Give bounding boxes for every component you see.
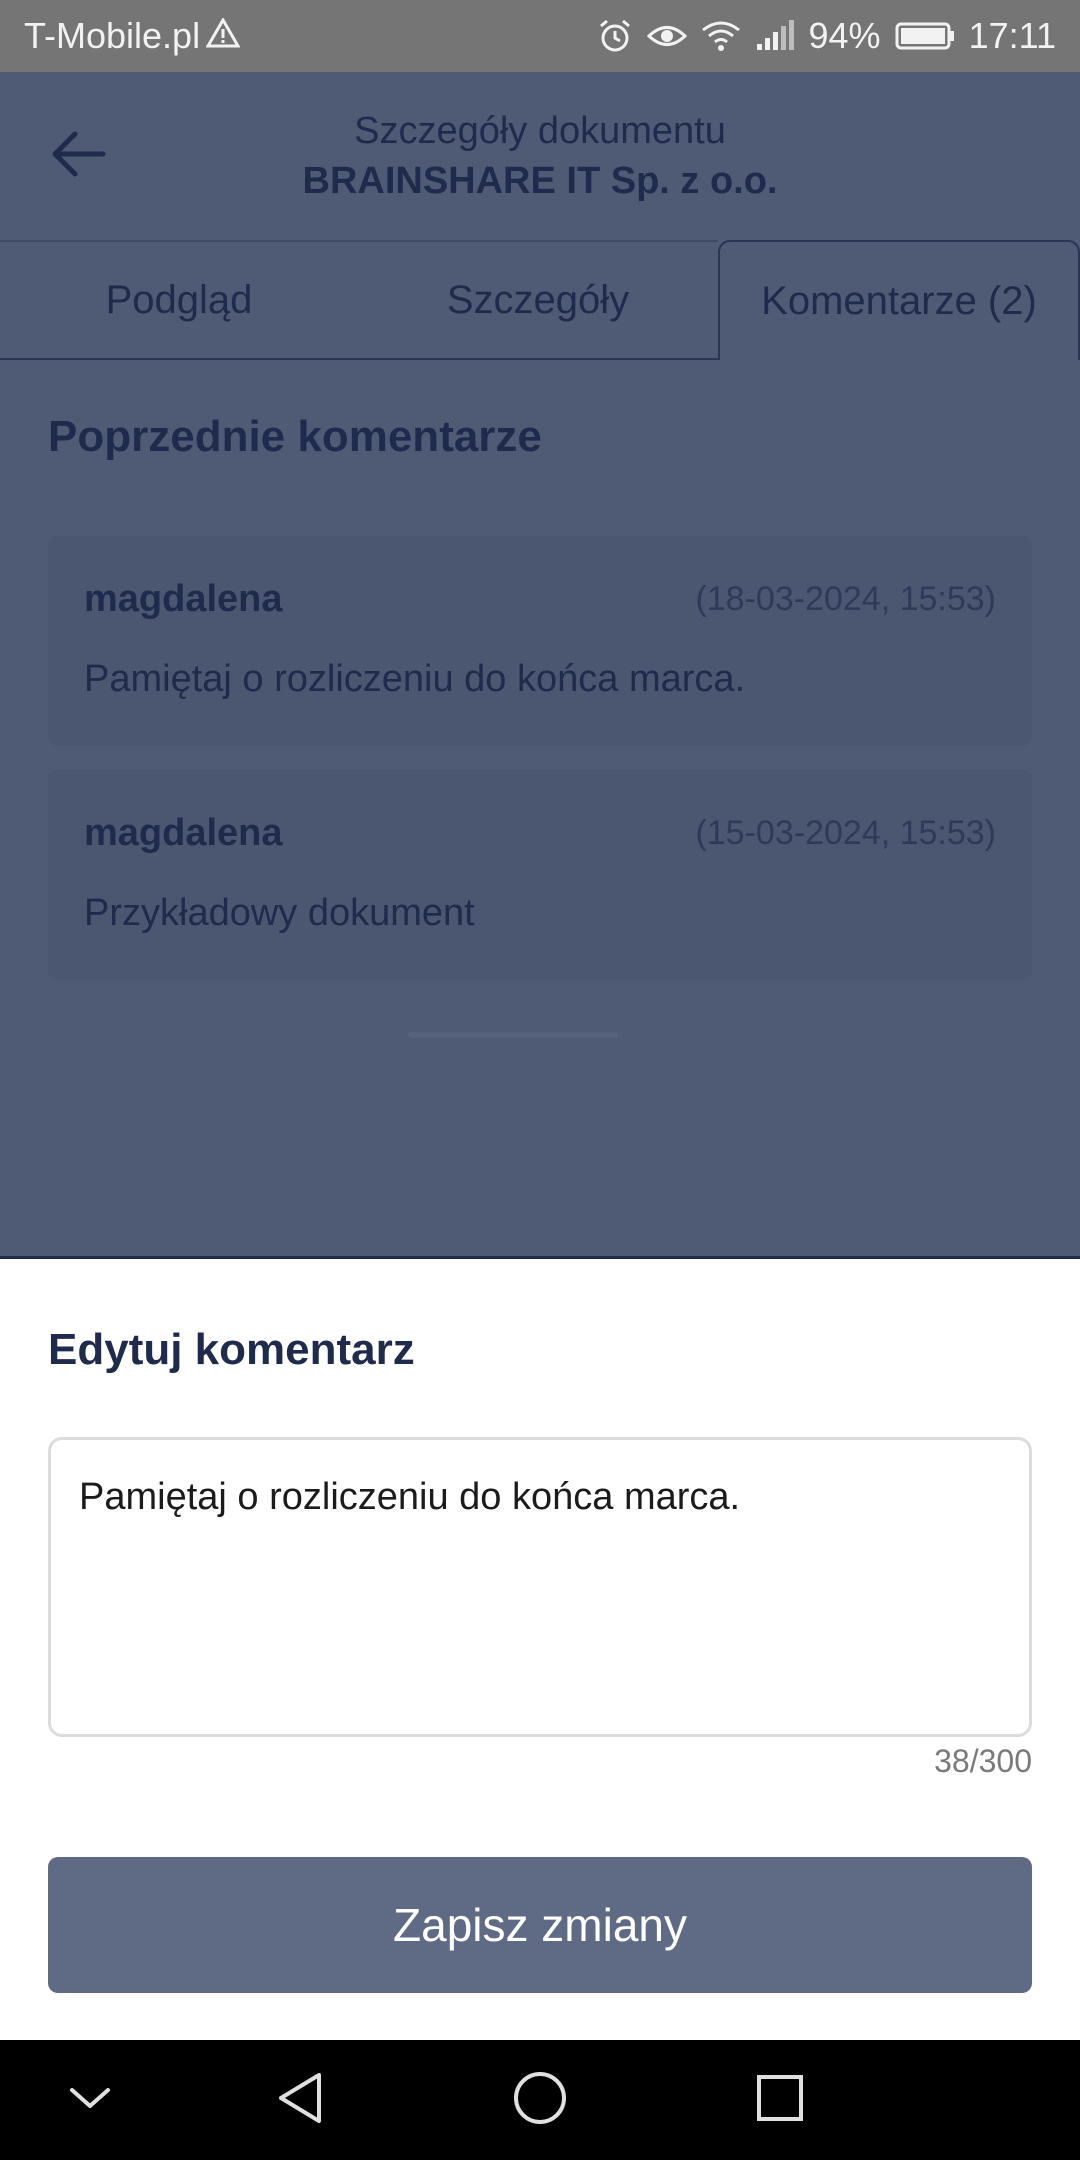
edit-comment-sheet: Edytuj komentarz 38/300 Zapisz zmiany <box>0 1256 1080 2040</box>
comment-card[interactable]: magdalena (18-03-2024, 15:53) Pamiętaj o… <box>48 536 1032 746</box>
eye-icon <box>646 21 687 51</box>
app-background: Szczegóły dokumentu BRAINSHARE IT Sp. z … <box>0 72 1080 1256</box>
battery-percent: 94% <box>808 15 881 56</box>
alarm-icon <box>597 18 633 54</box>
chevron-down-icon <box>68 2084 112 2117</box>
comment-date: (18-03-2024, 15:53) <box>695 580 996 618</box>
recents-square-icon <box>755 2073 805 2128</box>
comment-text: Pamiętaj o rozliczeniu do końca marca. <box>84 658 746 700</box>
comment-card[interactable]: magdalena (15-03-2024, 15:53) Przykładow… <box>48 770 1032 980</box>
warning-icon <box>205 15 241 57</box>
nav-collapse-button[interactable] <box>30 2040 150 2160</box>
wifi-icon <box>701 20 741 52</box>
comment-date: (15-03-2024, 15:53) <box>695 814 996 852</box>
comment-textarea[interactable] <box>48 1437 1032 1737</box>
header: Szczegóły dokumentu BRAINSHARE IT Sp. z … <box>0 72 1080 240</box>
page-subtitle: BRAINSHARE IT Sp. z o.o. <box>302 160 778 202</box>
tab-details[interactable]: Szczegóły <box>358 240 718 360</box>
nav-recents-button[interactable] <box>720 2040 840 2160</box>
save-changes-button[interactable]: Zapisz zmiany <box>48 1857 1032 1993</box>
page-title: Szczegóły dokumentu <box>354 110 726 152</box>
tab-comments[interactable]: Komentarze (2) <box>718 240 1080 360</box>
battery-icon <box>895 21 955 51</box>
tab-preview[interactable]: Podgląd <box>0 240 358 360</box>
section-title: Poprzednie komentarze <box>48 412 542 461</box>
system-nav-bar <box>0 2040 1080 2160</box>
tab-bar: Podgląd Szczegóły Komentarze (2) <box>0 240 1080 360</box>
sheet-title: Edytuj komentarz <box>48 1325 415 1374</box>
signal-icon <box>755 20 795 52</box>
clock: 17:11 <box>968 15 1056 56</box>
character-counter: 38/300 <box>934 1743 1032 1779</box>
status-bar: T-Mobile.pl 94% 17:11 <box>0 0 1080 72</box>
nav-back-button[interactable] <box>240 2040 360 2160</box>
carrier-label: T-Mobile.pl <box>24 15 201 56</box>
comment-text: Przykładowy dokument <box>84 892 475 934</box>
comment-author: magdalena <box>84 578 283 620</box>
home-circle-icon <box>512 2070 568 2131</box>
nav-home-button[interactable] <box>480 2040 600 2160</box>
divider <box>408 1032 618 1038</box>
comment-author: magdalena <box>84 812 283 854</box>
back-triangle-icon <box>275 2071 325 2130</box>
